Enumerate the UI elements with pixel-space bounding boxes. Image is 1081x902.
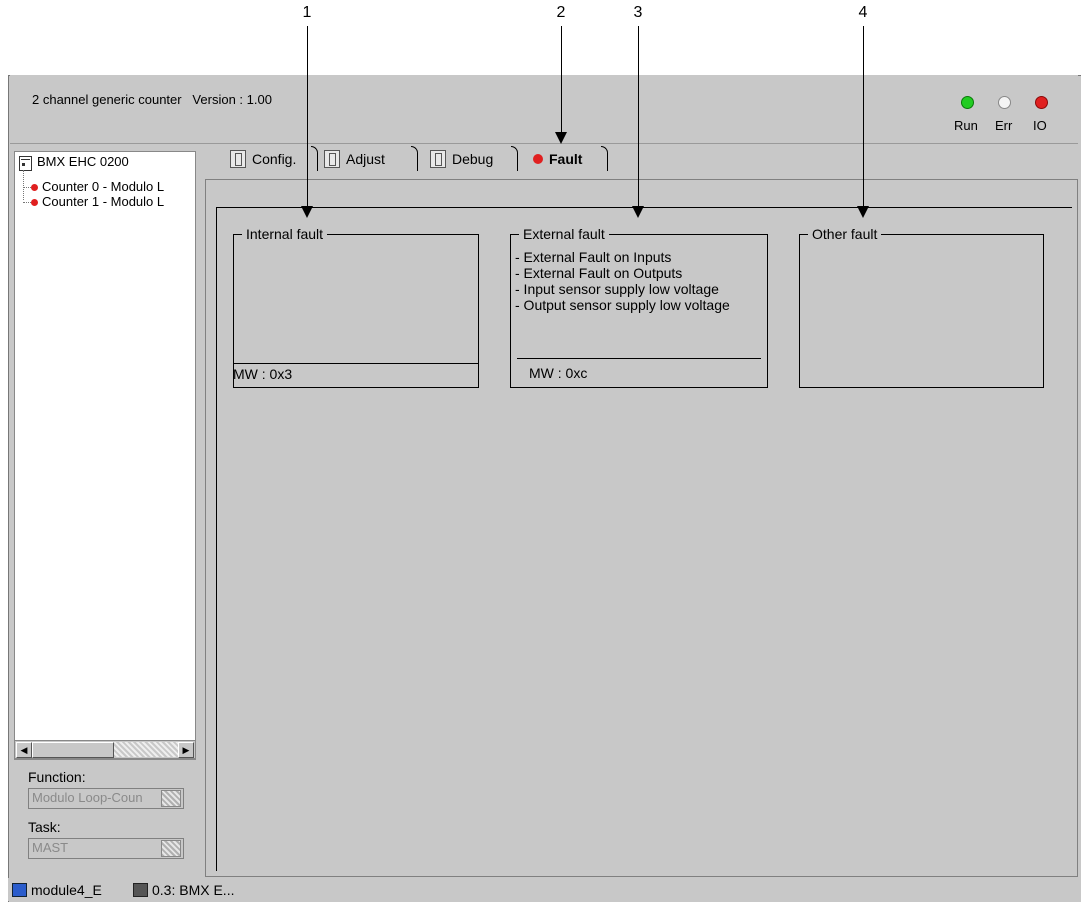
tab-config[interactable]: Config. (230, 146, 318, 172)
status-item-bmx-label: 0.3: BMX E... (152, 882, 235, 898)
callout-2-arrow (555, 132, 567, 144)
other-fault-group: Other fault (799, 226, 1044, 388)
status-bar: module4_E 0.3: BMX E... (8, 878, 1080, 901)
status-item-bmx[interactable]: 0.3: BMX E... (133, 882, 234, 898)
scroll-track[interactable] (114, 742, 178, 757)
tab-config-label: Config. (252, 151, 297, 167)
tab-adjust[interactable]: Adjust (324, 146, 418, 172)
status-item-module-label: module4_E (31, 882, 102, 898)
callout-3-arrow (632, 206, 644, 218)
io-led-icon (1035, 96, 1048, 109)
callout-1: 1 (302, 4, 312, 21)
status-item-module[interactable]: module4_E (12, 882, 102, 898)
config-icon (230, 150, 246, 168)
tab-adjust-label: Adjust (346, 151, 385, 167)
external-fault-list: - External Fault on Inputs - External Fa… (515, 249, 730, 313)
module-window-icon (12, 883, 27, 897)
tab-fault[interactable]: Fault (533, 146, 608, 172)
function-label: Function: (28, 769, 86, 785)
fault-icon (533, 154, 543, 164)
external-fault-item: - External Fault on Inputs (515, 249, 672, 265)
function-dropdown-icon[interactable] (161, 790, 181, 807)
internal-fault-mw: MW : 0x3 (233, 366, 293, 382)
fault-panel-left-rule (216, 207, 217, 871)
external-fault-item: - External Fault on Outputs (515, 265, 683, 281)
tab-fault-label: Fault (549, 151, 583, 167)
debug-icon (430, 150, 446, 168)
err-led-icon (998, 96, 1011, 109)
task-value: MAST (32, 840, 69, 855)
err-led-label: Err (995, 118, 1013, 133)
external-fault-mw: MW : 0xc (529, 365, 588, 381)
adjust-icon (324, 150, 340, 168)
tree-root[interactable]: BMX EHC 0200 (37, 154, 129, 169)
io-led-label: IO (1033, 118, 1047, 133)
internal-fault-group: Internal fault MW : 0x3 (233, 226, 479, 388)
tab-debug-label: Debug (452, 151, 494, 167)
module-icon (19, 156, 32, 171)
external-fault-group: External fault - External Fault on Input… (510, 226, 768, 388)
task-dropdown-icon[interactable] (161, 840, 181, 857)
scroll-right-icon[interactable]: ▶ (178, 742, 194, 758)
module-header (10, 75, 1078, 144)
function-select[interactable]: Modulo Loop-Coun (28, 788, 184, 809)
task-label: Task: (28, 819, 61, 835)
task-select[interactable]: MAST (28, 838, 184, 859)
tree-item-counter-0[interactable]: Counter 0 - Modulo L (42, 179, 164, 194)
callout-1-arrow (301, 206, 313, 218)
tab-debug[interactable]: Debug (430, 146, 518, 172)
other-fault-title: Other fault (808, 226, 882, 242)
scroll-thumb[interactable] (32, 742, 114, 758)
function-value: Modulo Loop-Coun (32, 790, 143, 805)
tree-hscrollbar[interactable]: ◀ ▶ (14, 740, 196, 759)
run-led-label: Run (954, 118, 978, 133)
scroll-left-icon[interactable]: ◀ (16, 742, 32, 758)
callout-4: 4 (858, 4, 868, 21)
module-title: 2 channel generic counter Version : 1.00 (32, 92, 272, 107)
rack-icon (133, 883, 148, 897)
callout-3: 3 (633, 4, 643, 21)
run-led-icon (961, 96, 974, 109)
callout-4-arrow (857, 206, 869, 218)
counter-0-fault-icon (31, 184, 38, 191)
external-fault-item: - Input sensor supply low voltage (515, 281, 719, 297)
external-fault-item: - Output sensor supply low voltage (515, 297, 730, 313)
module-tree[interactable] (14, 151, 196, 760)
tree-item-counter-1[interactable]: Counter 1 - Modulo L (42, 194, 164, 209)
external-fault-title: External fault (519, 226, 609, 242)
fault-panel-top-rule (216, 207, 1072, 208)
counter-1-fault-icon (31, 199, 38, 206)
internal-fault-title: Internal fault (242, 226, 328, 242)
callout-2: 2 (556, 4, 566, 21)
